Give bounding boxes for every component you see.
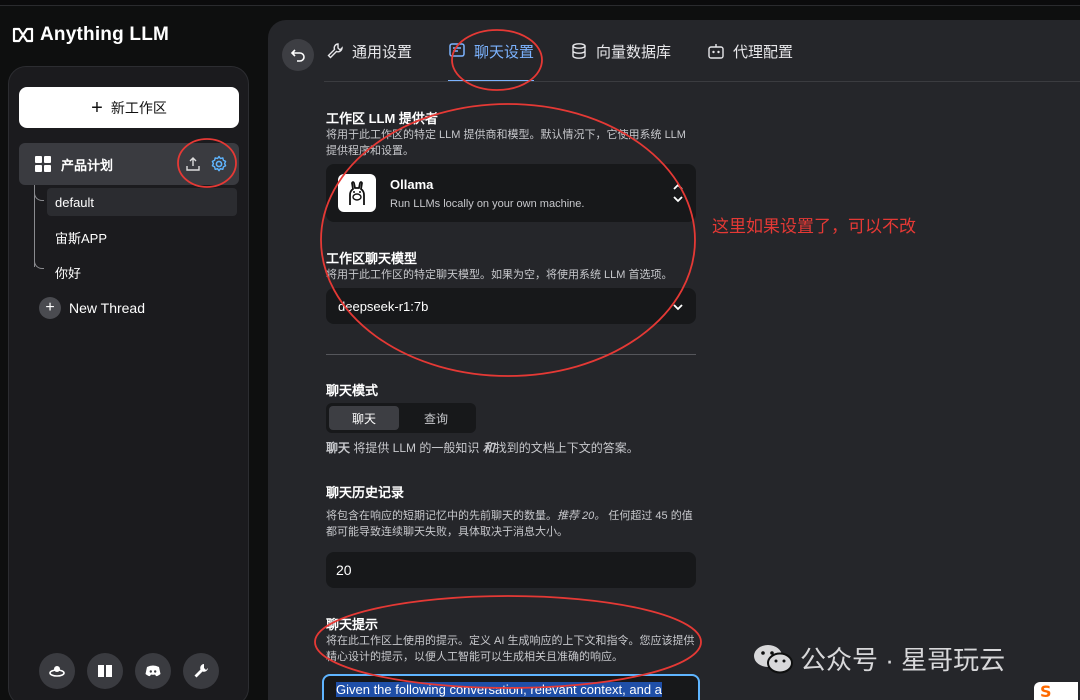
annotation-ellipse-prompt bbox=[314, 595, 702, 689]
sogou-ime-icon: S bbox=[1034, 682, 1078, 700]
annotation-note: 这里如果设置了，可以不改 bbox=[712, 217, 916, 236]
wechat-watermark: 公众号 · 星哥玩云 bbox=[752, 640, 1005, 677]
annotation-ellipse-gear bbox=[177, 138, 237, 188]
wechat-icon bbox=[754, 644, 793, 673]
annotation-ellipse-provider bbox=[320, 103, 696, 377]
annotation-overlay bbox=[177, 29, 702, 689]
annotation-ellipse-tab bbox=[451, 29, 543, 91]
watermark-text: 公众号 · 星哥玩云 bbox=[800, 645, 1006, 675]
